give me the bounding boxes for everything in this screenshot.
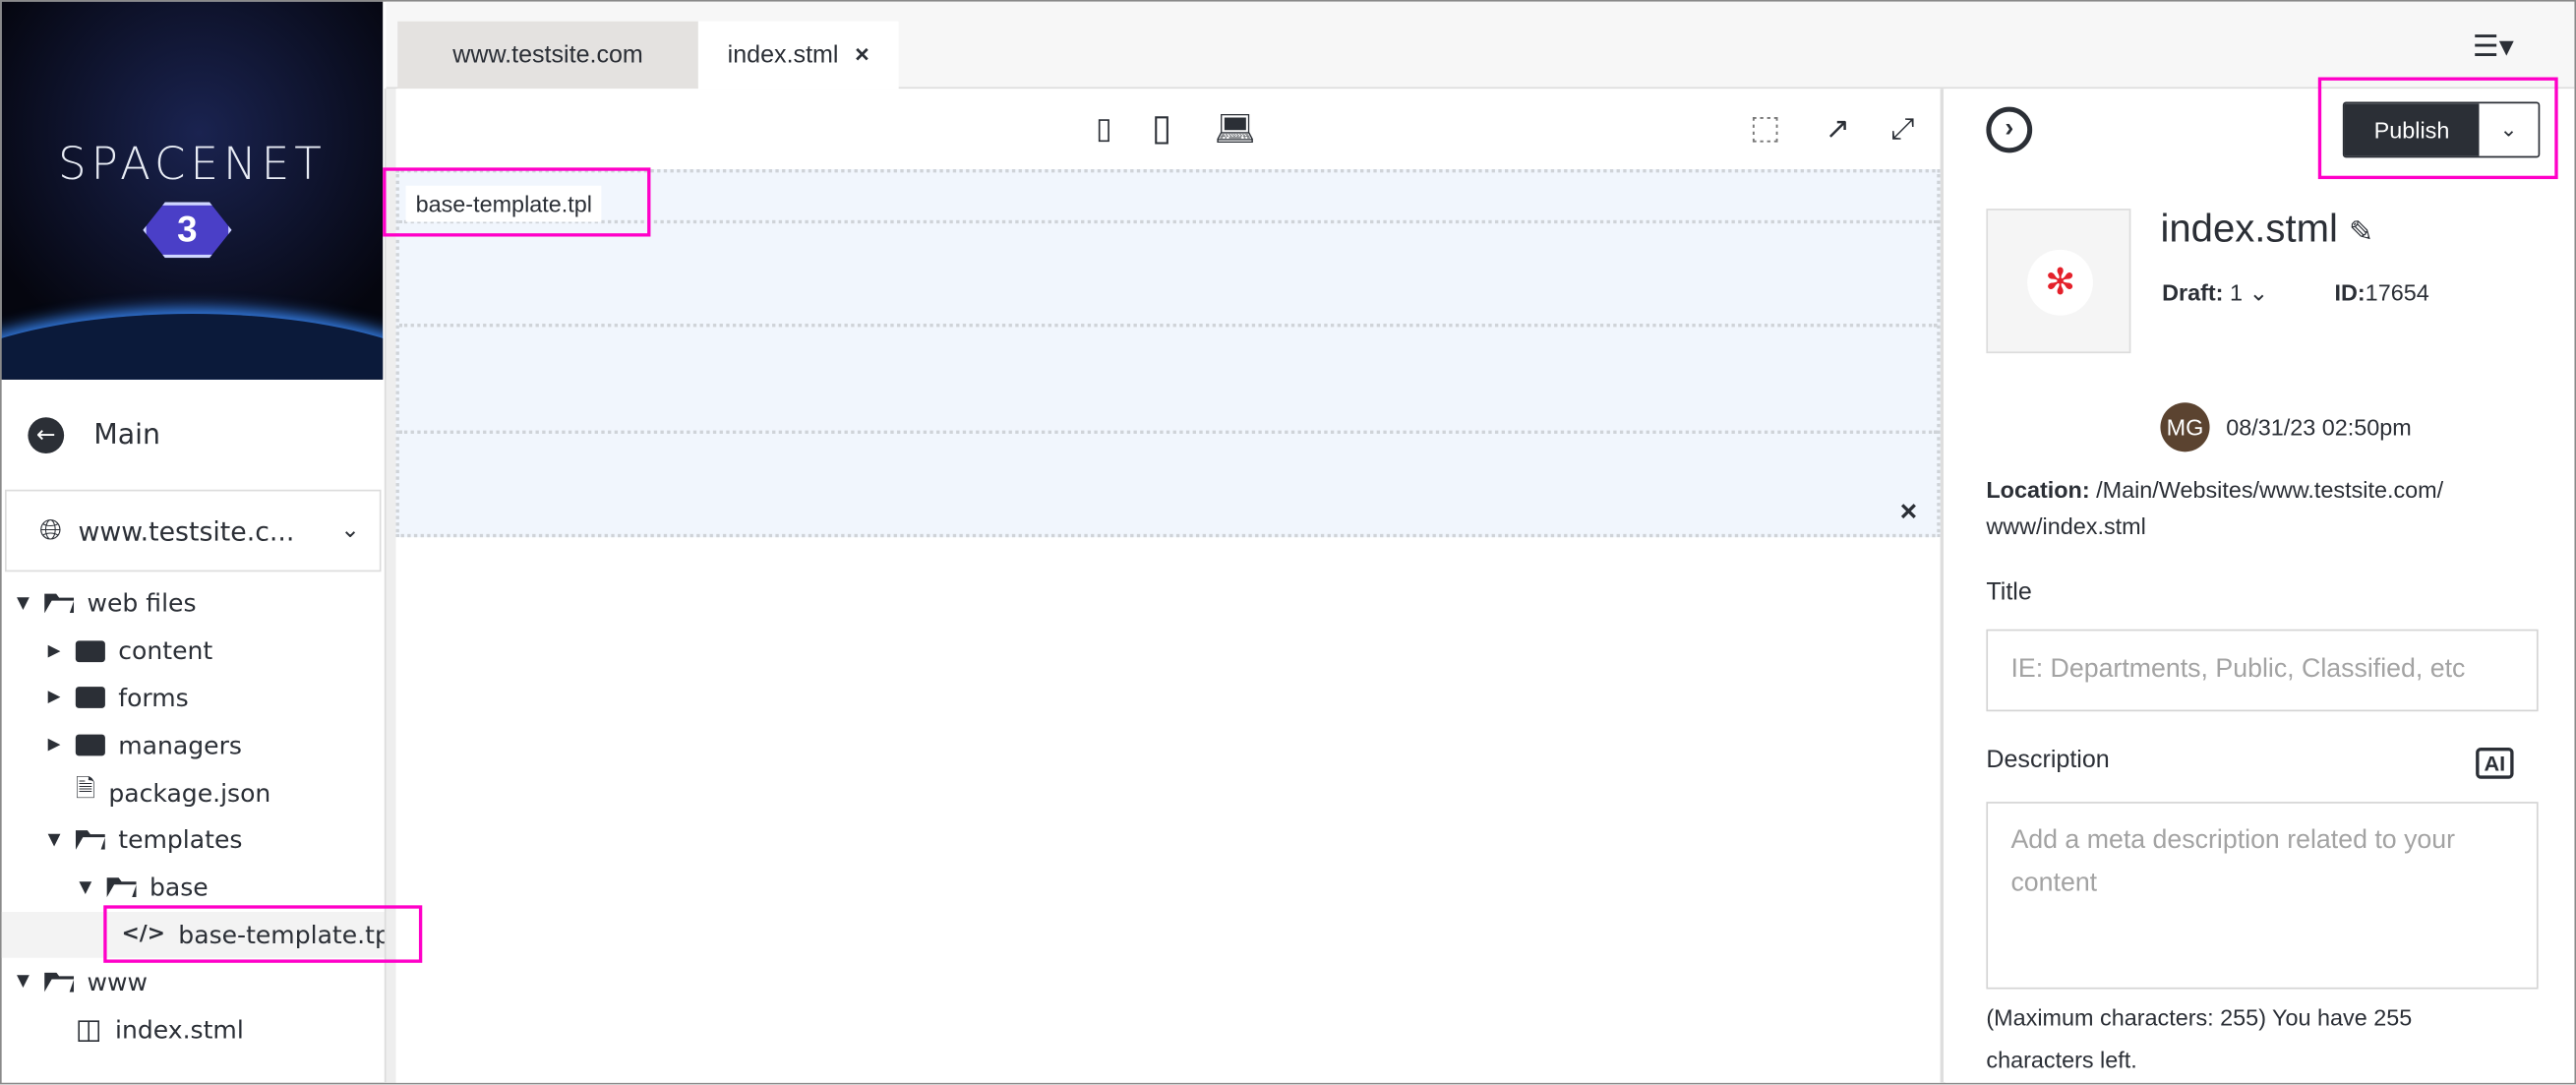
character-count-note: (Maximum characters: 255) You have 255 c… bbox=[1986, 1003, 2413, 1073]
properties-panel: › Publish ⌄ ✻ index.stml ✎ Draft: 1 ⌄ ID… bbox=[1945, 89, 2575, 1083]
caret-right-icon[interactable]: ▶ bbox=[46, 690, 63, 707]
expand-icon[interactable]: ⤢ bbox=[1891, 112, 1915, 147]
edit-pencil-icon[interactable]: ✎ bbox=[2349, 215, 2373, 248]
file-thumbnail: ✻ bbox=[1986, 209, 2131, 354]
tab-label: index.stml bbox=[727, 40, 839, 70]
tab-site[interactable]: www.testsite.com bbox=[397, 21, 698, 90]
tree-item[interactable]: ◫ index.stml bbox=[2, 1006, 387, 1054]
tree-item-label: content bbox=[118, 635, 213, 666]
tree-item-label: templates bbox=[118, 825, 243, 856]
folder-icon bbox=[75, 735, 105, 756]
tree-item[interactable]: ▼ web files bbox=[2, 580, 387, 628]
tree-item-label: forms bbox=[118, 683, 189, 713]
timestamp: 08/31/23 02:50pm bbox=[2226, 413, 2412, 441]
collapse-panel-icon[interactable]: › bbox=[1986, 106, 2033, 153]
highlight-template-label bbox=[383, 167, 651, 237]
spacenet-logo: SPACENET 3 bbox=[1, 1, 384, 380]
main-label: Main bbox=[93, 418, 161, 452]
phone-view-icon[interactable]: ▯ bbox=[1096, 112, 1112, 147]
caret-down-icon[interactable]: ▼ bbox=[15, 973, 31, 991]
tree-item-label: managers bbox=[118, 730, 242, 760]
open-external-icon[interactable]: ↗ bbox=[1826, 112, 1850, 147]
tree-item[interactable]: ▶ content bbox=[2, 628, 387, 675]
description-textarea[interactable]: Add a meta description related to your c… bbox=[1986, 802, 2539, 990]
location: Location: /Main/Websites/www.testsite.co… bbox=[1986, 476, 2444, 539]
code-file-icon: 🗎 bbox=[75, 773, 95, 804]
file-type-icon: ✻ bbox=[2027, 249, 2093, 316]
select-element-icon[interactable]: ⬚ bbox=[1750, 107, 1781, 149]
ai-assist-icon[interactable]: AI bbox=[2476, 747, 2514, 779]
tab-bar: www.testsite.com index.stml × ☰▾ bbox=[386, 1, 2575, 90]
close-tab-icon[interactable]: × bbox=[855, 41, 869, 69]
folder-open-icon bbox=[44, 972, 75, 993]
tree-item[interactable]: ▼ base bbox=[2, 864, 387, 911]
folder-open-icon bbox=[75, 830, 105, 851]
tab-label: www.testsite.com bbox=[452, 40, 643, 70]
caret-down-icon[interactable]: ▼ bbox=[46, 831, 63, 849]
chevron-down-icon: ⌄ bbox=[340, 517, 360, 544]
site-selector[interactable]: 🌐︎ www.testsite.c... ⌄ bbox=[5, 489, 382, 573]
earth-graphic bbox=[1, 314, 384, 380]
tablet-view-icon[interactable]: ▯ bbox=[1152, 107, 1171, 150]
tree-item-label: index.stml bbox=[115, 1014, 244, 1045]
hamburger-menu-icon[interactable]: ☰▾ bbox=[2473, 30, 2514, 64]
highlight-tree-item bbox=[103, 905, 423, 963]
tree-item[interactable]: 🗎 package.json bbox=[2, 769, 387, 816]
site-selector-label: www.testsite.c... bbox=[78, 514, 295, 547]
title-input[interactable]: IE: Departments, Public, Classified, etc bbox=[1986, 629, 2539, 712]
tree-item[interactable]: ▼ www bbox=[2, 958, 387, 1005]
tree-item-label: web files bbox=[87, 588, 197, 619]
tree-item[interactable]: ▶ forms bbox=[2, 675, 387, 722]
arrow-left-icon: ← bbox=[28, 416, 65, 453]
layout-icon: ◫ bbox=[75, 1012, 102, 1047]
folder-icon bbox=[75, 687, 105, 709]
draft-selector[interactable]: Draft: 1 ⌄ bbox=[2162, 279, 2268, 307]
caret-down-icon[interactable]: ▼ bbox=[15, 594, 31, 612]
tree-item[interactable]: ▶ managers bbox=[2, 722, 387, 769]
file-name: index.stml ✎ bbox=[2160, 207, 2374, 252]
logo-badge: 3 bbox=[143, 202, 232, 259]
globe-icon: 🌐︎ bbox=[39, 513, 62, 548]
file-tree: ▼ web files ▶ content ▶ forms ▶ managers 🗎 packag… bbox=[1, 580, 387, 1054]
main-back-link[interactable]: ← Main bbox=[2, 380, 384, 490]
file-id: ID:17654 bbox=[2334, 278, 2429, 306]
desktop-view-icon[interactable]: 💻︎ bbox=[1214, 108, 1255, 150]
chevron-down-icon: ⌄ bbox=[2248, 278, 2269, 306]
caret-right-icon[interactable]: ▶ bbox=[46, 642, 63, 660]
folder-icon bbox=[75, 639, 105, 662]
description-label: Description bbox=[1986, 746, 2110, 774]
highlight-publish bbox=[2317, 77, 2558, 180]
close-region-icon[interactable]: × bbox=[1900, 495, 1918, 529]
tab-index-stml[interactable]: index.stml × bbox=[697, 21, 899, 90]
tree-item-label: www bbox=[87, 967, 149, 997]
caret-right-icon[interactable]: ▶ bbox=[46, 737, 63, 754]
tree-item-label: package.json bbox=[108, 778, 271, 809]
logo-wordmark: SPACENET bbox=[57, 139, 327, 191]
title-label: Title bbox=[1986, 577, 2032, 607]
folder-open-icon bbox=[106, 877, 137, 898]
tree-item-label: base bbox=[149, 873, 209, 903]
editor-area: ▯ ▯ 💻︎ ⬚ ↗ ⤢ base-template.tpl × bbox=[395, 89, 1944, 1083]
tree-item[interactable]: ▼ templates bbox=[2, 816, 387, 864]
folder-open-icon bbox=[44, 593, 75, 614]
caret-down-icon[interactable]: ▼ bbox=[78, 878, 94, 896]
avatar: MG bbox=[2160, 402, 2210, 452]
